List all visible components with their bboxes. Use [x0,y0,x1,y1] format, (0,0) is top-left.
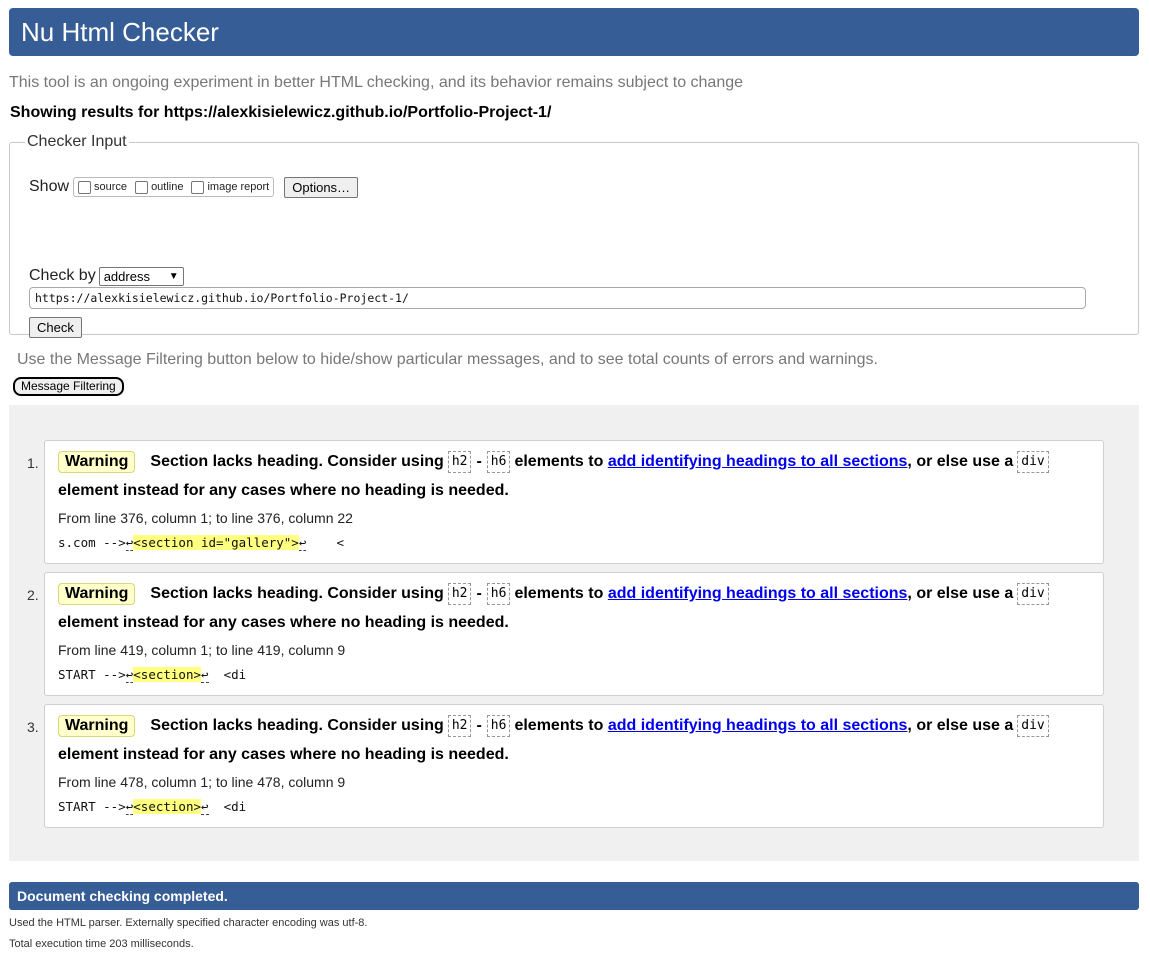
extract-highlight: <section> [133,667,201,682]
outline-checkbox-label: outline [151,181,184,193]
code-h2: h2 [447,715,472,737]
extract-pre: s.com --> [58,535,126,550]
check-by-select[interactable]: address ▼ [98,266,184,286]
message-summary: Warning Section lacks heading. Consider … [58,451,1053,473]
message-filtering-button[interactable]: Message Filtering [13,377,124,396]
showing-results-heading: Showing results for https://alexkisielew… [10,104,552,121]
extract-post: <di [208,667,247,682]
results-panel: 1. Warning Section lacks heading. Consid… [9,405,1139,861]
message-text-continued: element instead for any cases where no h… [58,482,509,499]
url-input[interactable]: https://alexkisielewicz.github.io/Portfo… [29,287,1086,309]
extract-post: < [306,535,345,550]
code-h2: h2 [447,583,472,605]
message-location: From line 376, column 1; to line 376, co… [58,510,353,526]
warning-badge: Warning [58,451,136,473]
chevron-down-icon: ▼ [168,270,179,282]
tagline: This tool is an ongoing experiment in be… [9,74,744,91]
extract-post: <di [208,799,247,814]
image-report-checkbox[interactable] [191,180,205,194]
message-summary: Warning Section lacks heading. Consider … [58,583,1053,605]
message-text: Section lacks heading. Consider using [150,717,444,734]
source-extract: START -->↩<section>↩ <di [58,667,247,683]
check-by-select-value: address [103,268,150,284]
return-icon: ↩ [201,667,209,683]
message-text: elements to [514,585,604,602]
show-outline-option[interactable]: outline [135,180,184,194]
code-div: div [1017,583,1049,605]
image-report-checkbox-label: image report [207,181,270,193]
extract-highlight: <section id="gallery"> [133,535,299,550]
parser-note: Used the HTML parser. Externally specifi… [9,917,368,929]
show-label: Show [29,178,70,195]
message-text: Section lacks heading. Consider using [150,453,444,470]
code-div: div [1017,451,1049,473]
code-h6: h6 [486,583,511,605]
message-summary: Warning Section lacks heading. Consider … [58,715,1053,737]
message-text: , or else use a [907,585,1014,602]
checking-completed-banner: Document checking completed. [9,882,1139,910]
checker-input-legend: Checker Input [27,133,127,150]
show-row: Show source outline image report Options… [29,176,359,198]
message-text: Section lacks heading. Consider using [150,585,444,602]
code-h6: h6 [486,451,511,473]
checker-input-fieldset: Checker Input Show source outline image … [9,133,1139,338]
dash: - [476,717,482,734]
dash: - [476,453,482,470]
extract-pre: START --> [58,799,126,814]
outline-checkbox[interactable] [135,180,149,194]
headings-link[interactable]: add identifying headings to all sections [608,717,908,735]
check-by-row: Check by address ▼ [29,265,184,287]
message-text-continued: element instead for any cases where no h… [58,746,509,763]
message-number: 2. [27,587,39,603]
headings-link[interactable]: add identifying headings to all sections [608,453,908,471]
message-text: , or else use a [907,717,1014,734]
message-item: 3. Warning Section lacks heading. Consid… [27,704,1104,828]
message-item: 2. Warning Section lacks heading. Consid… [27,572,1104,696]
check-button[interactable]: Check [29,317,82,338]
code-h6: h6 [486,715,511,737]
message-location: From line 478, column 1; to line 478, co… [58,774,346,790]
code-div: div [1017,715,1049,737]
show-image-report-option[interactable]: image report [191,180,270,194]
message-text: , or else use a [907,453,1014,470]
show-options-group: source outline image report [73,177,275,197]
message-item: 1. Warning Section lacks heading. Consid… [27,440,1104,564]
source-extract: s.com -->↩<section id="gallery">↩ < [58,535,345,551]
message-text: elements to [514,453,604,470]
extract-pre: START --> [58,667,126,682]
dash: - [476,585,482,602]
message-number: 1. [27,455,39,471]
options-button[interactable]: Options… [284,176,359,198]
message-filtering-hint: Use the Message Filtering button below t… [17,351,878,368]
message-number: 3. [27,719,39,735]
message-text: elements to [514,717,604,734]
warning-badge: Warning [58,715,136,737]
source-checkbox[interactable] [78,180,92,194]
source-extract: START -->↩<section>↩ <di [58,799,247,815]
show-source-option[interactable]: source [78,180,128,194]
warning-badge: Warning [58,583,136,605]
headings-link[interactable]: add identifying headings to all sections [608,585,908,603]
check-by-label: Check by [29,267,96,284]
message-text-continued: element instead for any cases where no h… [58,614,509,631]
page-title: Nu Html Checker [9,8,1139,56]
message-location: From line 419, column 1; to line 419, co… [58,642,346,658]
source-checkbox-label: source [94,181,128,193]
code-h2: h2 [447,451,472,473]
execution-time: Total execution time 203 milliseconds. [9,938,194,950]
extract-highlight: <section> [133,799,201,814]
return-icon: ↩ [201,799,209,815]
